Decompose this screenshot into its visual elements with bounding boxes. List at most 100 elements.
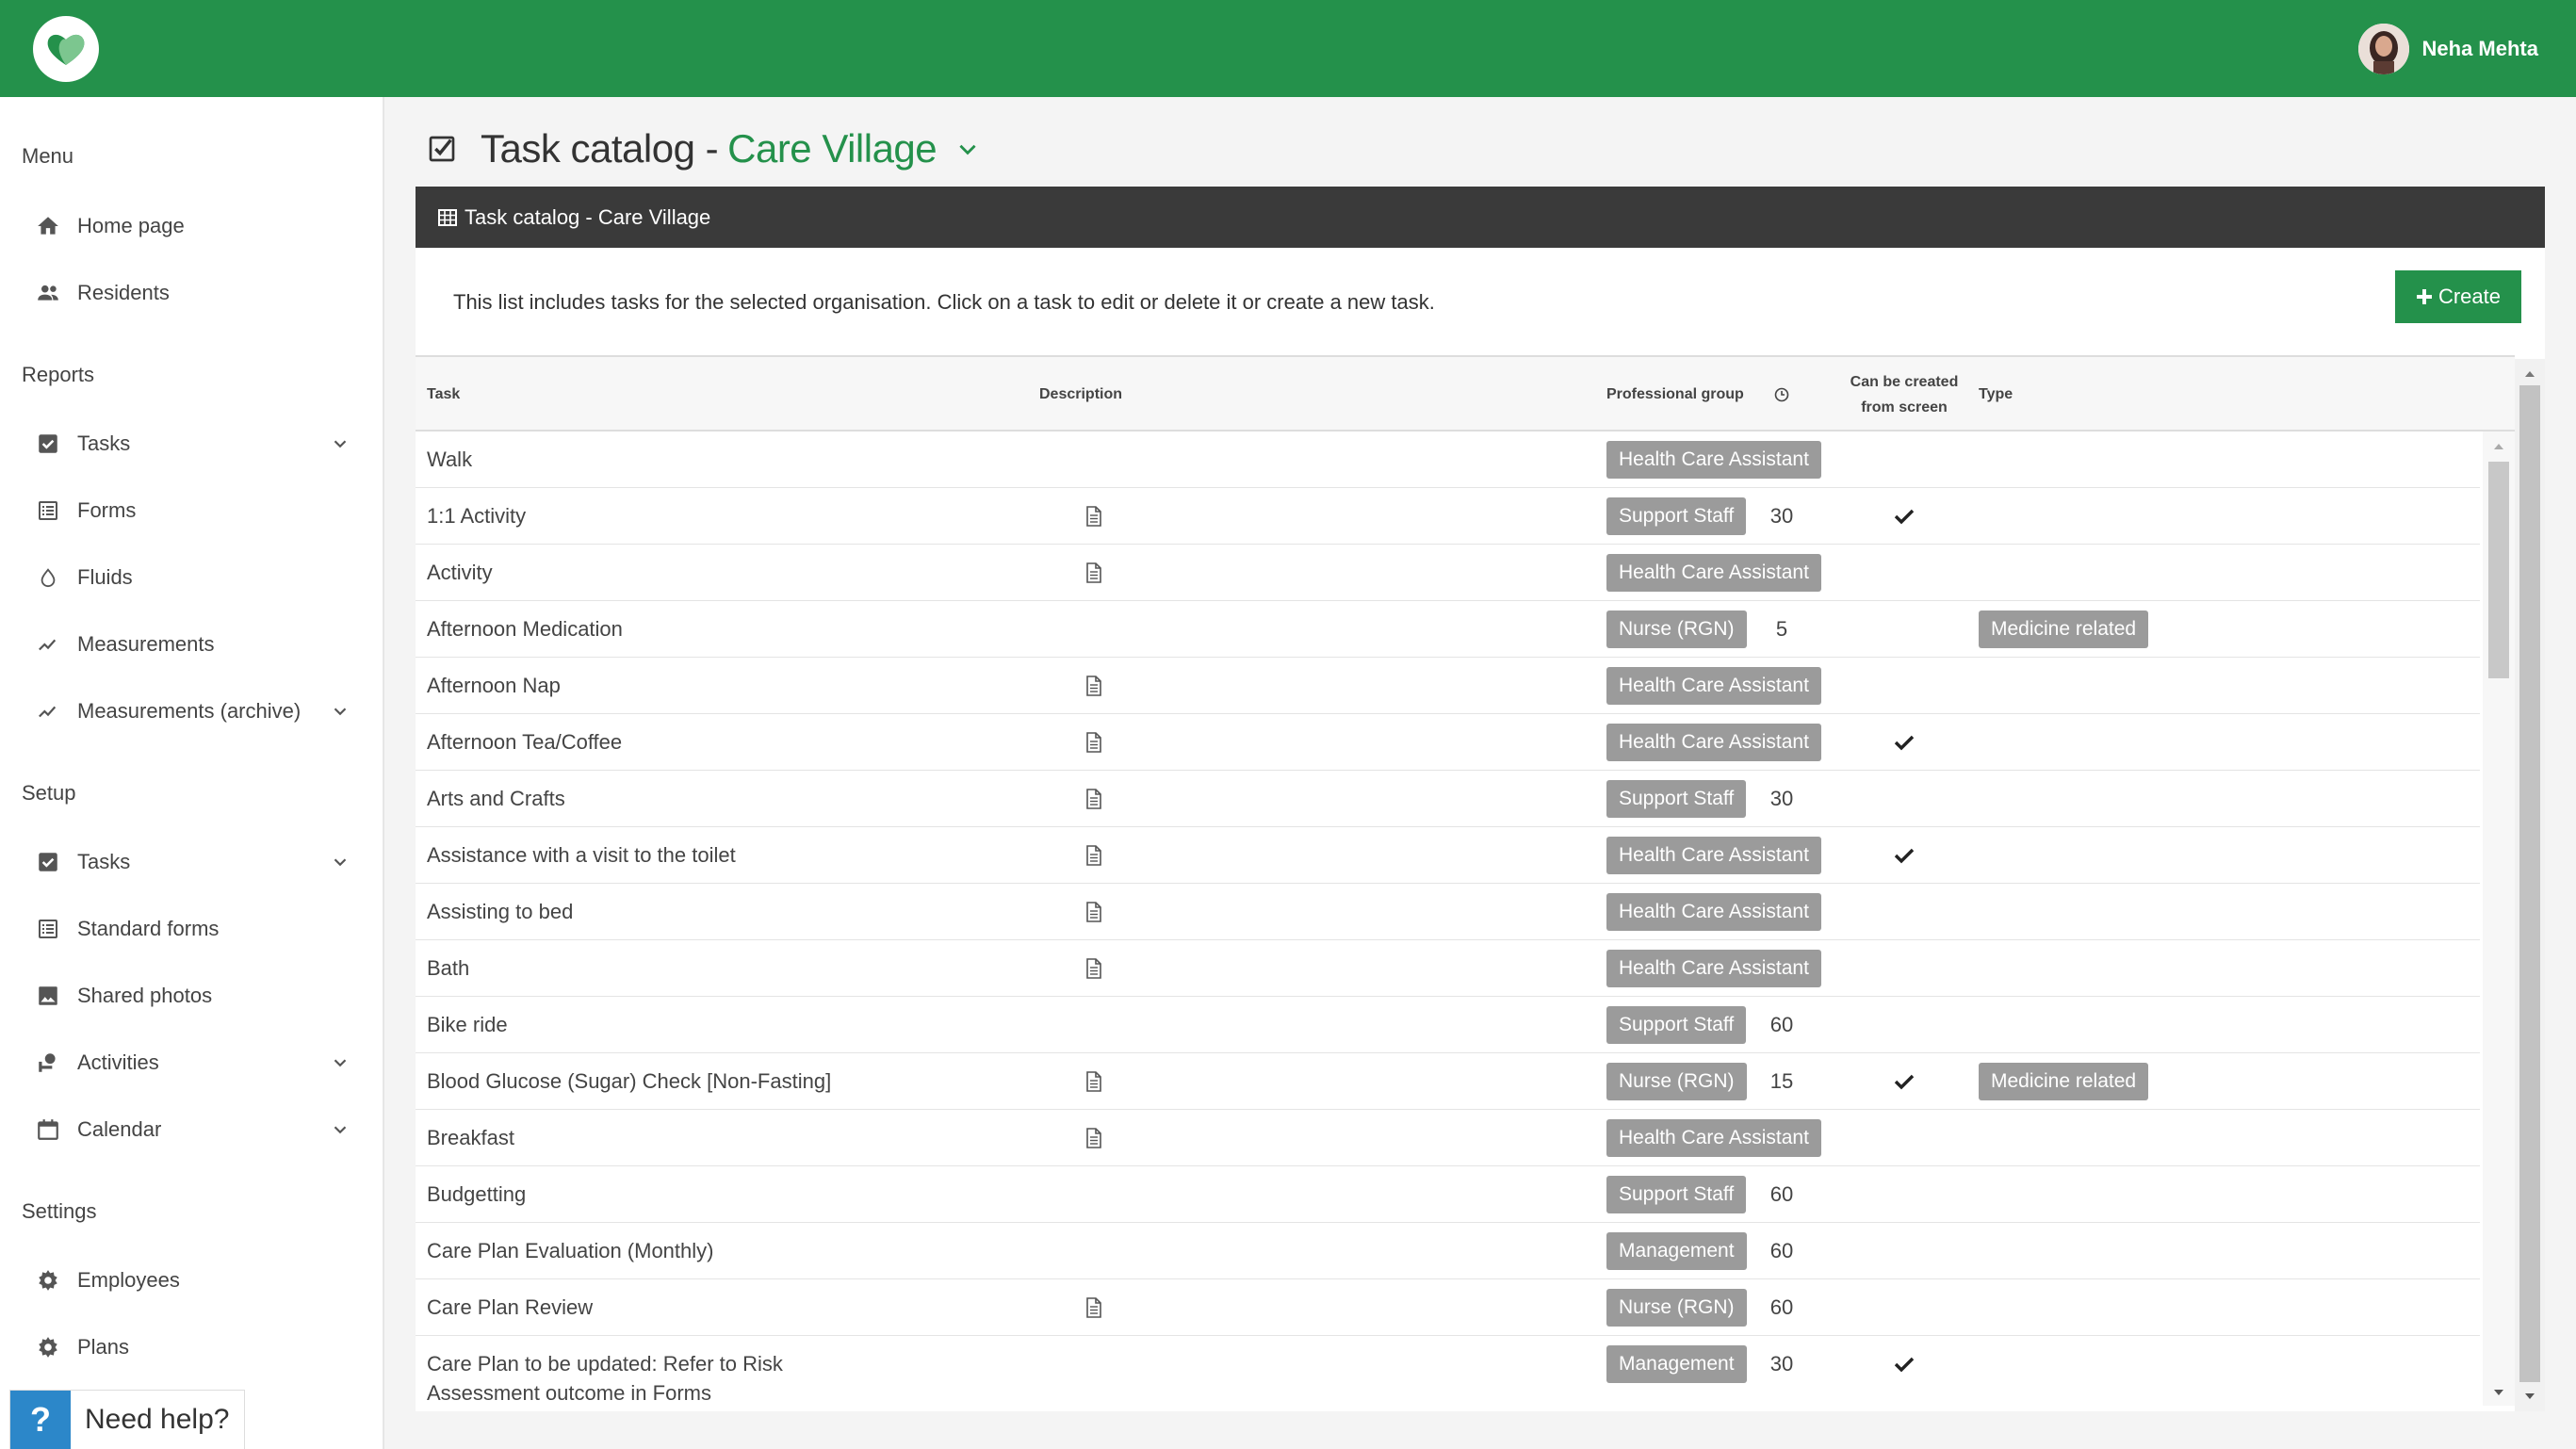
description-doc-icon xyxy=(1075,940,1113,997)
task-name: Blood Glucose (Sugar) Check [Non-Fasting… xyxy=(427,1069,832,1093)
task-duration: 30 xyxy=(1769,787,1794,810)
sidebar-item-label: Home page xyxy=(77,214,185,237)
table-row[interactable]: Budgetting 60 Support Staff xyxy=(416,1166,2480,1223)
table-row[interactable]: Assisting to bed10Health Care Assistant xyxy=(416,884,2480,940)
sidebar-item-label: Plans xyxy=(77,1335,130,1359)
column-can-be-created-line2: from screen xyxy=(1861,399,1948,415)
table-row[interactable]: Bath30Health Care Assistant xyxy=(416,940,2480,997)
professional-group-badge: Health Care Assistant xyxy=(1606,950,1821,987)
table-row[interactable]: Care Plan Evaluation (Monthly) 60 Manageme… xyxy=(416,1223,2480,1279)
page-title: Task catalog - Care Village xyxy=(424,121,984,177)
table-row[interactable]: Breakfast15Health Care Assistant xyxy=(416,1110,2480,1166)
task-name: Afternoon Nap xyxy=(427,674,561,697)
sidebar-item-label: Standard forms xyxy=(77,917,220,940)
section-setup: Setup xyxy=(22,781,76,805)
table-row[interactable]: Afternoon Tea/Coffee15Health Care Assist… xyxy=(416,714,2480,771)
table-row[interactable]: Afternoon Medication 5 Nurse (RGN) Medicine… xyxy=(416,601,2480,658)
sidebar-item-tasks-setup[interactable]: Tasks xyxy=(34,838,354,886)
sidebar-item-calendar[interactable]: Calendar xyxy=(34,1106,354,1153)
task-name: Care Plan to be updated: Refer to Risk A… xyxy=(427,1352,783,1405)
description-doc-icon xyxy=(1075,1279,1113,1336)
table-row[interactable]: 1:1 Activity 30 Support Staff xyxy=(416,488,2480,545)
user-avatar-icon xyxy=(2357,24,2409,74)
professional-group-badge: Health Care Assistant xyxy=(1606,893,1821,931)
column-can-be-created[interactable]: Can be created from screen xyxy=(1829,357,1980,431)
sidebar-item-label: Shared photos xyxy=(77,984,213,1007)
sidebar-item-label: Forms xyxy=(77,498,137,522)
type-badge: Medicine related xyxy=(1979,611,2149,648)
image-icon xyxy=(34,982,62,1010)
sidebar-item-plans[interactable]: Plans xyxy=(34,1324,354,1371)
sidebar-item-fluids[interactable]: Fluids xyxy=(34,554,354,601)
task-name: Bath xyxy=(427,956,470,980)
description-doc-icon xyxy=(1075,488,1113,545)
create-button[interactable]: Create xyxy=(2395,270,2521,323)
sidebar-item-employees[interactable]: Employees xyxy=(34,1257,354,1304)
table-row[interactable]: Walk15Health Care Assistant xyxy=(416,431,2480,488)
sidebar-item-activities[interactable]: Activities xyxy=(34,1039,354,1086)
column-description[interactable]: Description xyxy=(1039,357,1122,431)
table-scrollbar-thumb[interactable] xyxy=(2488,462,2509,678)
column-duration[interactable] xyxy=(1765,357,1799,431)
table-row[interactable]: Care Plan to be updated: Refer to Risk A… xyxy=(416,1336,2480,1406)
professional-group-badge: Nurse (RGN) xyxy=(1606,611,1747,648)
professional-group-badge: Nurse (RGN) xyxy=(1606,1063,1747,1100)
professional-group-badge: Health Care Assistant xyxy=(1606,554,1821,592)
description-doc-icon xyxy=(1075,1110,1113,1166)
description-doc-icon xyxy=(1075,827,1113,884)
sidebar-item-label: Tasks xyxy=(77,850,131,873)
table-row[interactable]: Assistance with a visit to the toilet15H… xyxy=(416,827,2480,884)
section-reports: Reports xyxy=(22,363,95,386)
sidebar-item-residents[interactable]: Residents xyxy=(34,269,354,317)
home-icon xyxy=(34,212,62,240)
gear-icon xyxy=(34,1266,62,1294)
task-duration: 60 xyxy=(1769,1013,1794,1036)
sidebar-item-measurements[interactable]: Measurements xyxy=(34,621,354,668)
chevron-down-icon[interactable] xyxy=(952,133,984,165)
scroll-up-icon[interactable] xyxy=(2522,366,2537,382)
table-row[interactable]: Care Plan Review 60 Nurse (RGN) xyxy=(416,1279,2480,1336)
table-row[interactable]: Blood Glucose (Sugar) Check [Non-Fasting… xyxy=(416,1053,2480,1110)
task-duration: 5 xyxy=(1775,617,1788,641)
scroll-down-icon[interactable] xyxy=(2522,1389,2537,1404)
column-task[interactable]: Task xyxy=(427,357,460,431)
sidebar-item-forms[interactable]: Forms xyxy=(34,487,354,534)
panel-scrollbar[interactable] xyxy=(2515,359,2545,1411)
table-row[interactable]: Activity60Health Care Assistant xyxy=(416,545,2480,601)
task-name: Care Plan Evaluation (Monthly) xyxy=(427,1239,714,1262)
sidebar-item-measurements-archive[interactable]: Measurements (archive) xyxy=(34,688,354,735)
professional-group-badge: Health Care Assistant xyxy=(1606,837,1821,874)
scroll-down-icon[interactable] xyxy=(2491,1385,2506,1400)
sidebar-item-shared-photos[interactable]: Shared photos xyxy=(34,972,354,1019)
trend-icon xyxy=(34,697,62,725)
column-type[interactable]: Type xyxy=(1979,357,2013,431)
avatar xyxy=(2357,24,2409,74)
user-menu[interactable]: Neha Mehta xyxy=(2357,23,2538,75)
table-row[interactable]: Bike ride 60 Support Staff xyxy=(416,997,2480,1053)
sidebar-item-tasks-reports[interactable]: Tasks xyxy=(34,420,354,467)
sidebar: Menu Home page Residents Reports Tasks F… xyxy=(0,97,384,1449)
sidebar-item-standard-forms[interactable]: Standard forms xyxy=(34,905,354,952)
scroll-up-icon[interactable] xyxy=(2491,439,2506,454)
description-doc-icon xyxy=(1075,545,1113,601)
organisation-selector[interactable]: Care Village xyxy=(727,126,937,171)
table-scrollbar[interactable] xyxy=(2483,431,2515,1406)
chevron-down-icon xyxy=(326,1115,354,1144)
question-icon: ? xyxy=(10,1390,71,1449)
task-table: Task Description Can be created from scr… xyxy=(416,355,2515,1406)
description-doc-icon xyxy=(1075,714,1113,771)
task-name: Assistance with a visit to the toilet xyxy=(427,843,736,867)
professional-group-badge: Health Care Assistant xyxy=(1606,441,1821,479)
panel-header: Task catalog - Care Village xyxy=(416,187,2545,248)
app-logo[interactable] xyxy=(33,16,99,82)
panel-scrollbar-thumb[interactable] xyxy=(2519,385,2540,1382)
table-row[interactable]: Afternoon Nap15Health Care Assistant xyxy=(416,658,2480,714)
need-help-button[interactable]: ? Need help? xyxy=(9,1390,245,1449)
task-name: Afternoon Medication xyxy=(427,617,623,641)
task-name: Assisting to bed xyxy=(427,900,574,923)
sidebar-item-home-page[interactable]: Home page xyxy=(34,203,354,250)
table-row[interactable]: Arts and Crafts 30 Support Staff xyxy=(416,771,2480,827)
professional-group-badge: Support Staff xyxy=(1606,497,1747,535)
column-professional-group[interactable]: Professional group xyxy=(1606,357,1744,431)
task-name: Care Plan Review xyxy=(427,1295,594,1319)
